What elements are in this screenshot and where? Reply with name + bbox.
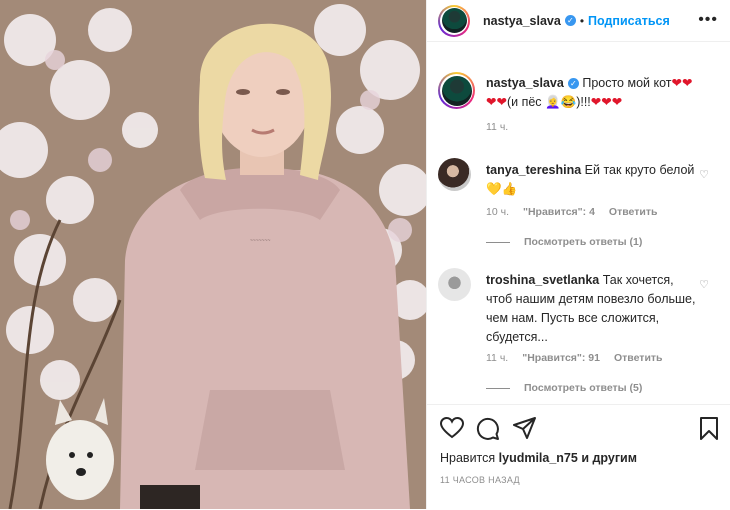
- heart-emoji: ❤: [496, 95, 507, 109]
- photo-illustration: ~~~~~~~: [0, 0, 426, 509]
- comment-username[interactable]: tanya_tereshina: [486, 163, 581, 177]
- like-comment-icon[interactable]: ♡: [699, 168, 709, 181]
- comment-text: Ей так круто белой: [584, 163, 695, 177]
- comment-body: troshina_svetlanka Так хочется, чтоб наш…: [486, 271, 696, 347]
- heart-emoji: ❤: [611, 95, 623, 109]
- likes-prefix: Нравится: [440, 451, 499, 465]
- like-comment-icon[interactable]: ♡: [699, 278, 709, 291]
- commenter-avatar[interactable]: [438, 158, 471, 191]
- heart-icon[interactable]: [440, 417, 464, 439]
- bookmark-icon[interactable]: [699, 417, 719, 441]
- caption-line1: Просто мой кот: [582, 76, 672, 90]
- likes-summary: Нравится lyudmila_n75 и другим: [440, 451, 637, 465]
- view-replies-button[interactable]: Посмотреть ответы (1): [486, 236, 642, 248]
- heart-emoji: ❤: [601, 95, 612, 109]
- reply-button[interactable]: Ответить: [614, 352, 663, 364]
- comment-time[interactable]: 10 ч.: [486, 206, 509, 218]
- post-timestamp[interactable]: 11 ЧАСОВ НАЗАД: [440, 475, 520, 485]
- reply-button[interactable]: Ответить: [609, 206, 658, 218]
- caption-avatar[interactable]: [438, 72, 475, 109]
- comment-emoji: 💛👍: [486, 182, 518, 196]
- comment-time[interactable]: 11 ч.: [486, 352, 508, 364]
- comment-likes[interactable]: "Нравится": 4: [523, 206, 595, 218]
- dog-owner-emoji: 👩‍🦳😂: [545, 95, 577, 109]
- comment-meta: 11 ч. "Нравится": 91 Ответить: [486, 352, 677, 364]
- heart-emoji: ❤: [681, 76, 693, 90]
- separator-dot: •: [579, 13, 585, 28]
- share-icon[interactable]: [513, 417, 537, 439]
- likes-suffix[interactable]: и другим: [578, 451, 637, 465]
- post-header: nastya_slava ✓ • Подписаться •••: [427, 0, 730, 42]
- svg-text:~~~~~~~: ~~~~~~~: [250, 238, 271, 244]
- comment-likes[interactable]: "Нравится": 91: [522, 352, 600, 364]
- heart-emoji: ❤: [671, 76, 682, 90]
- heart-emoji: ❤: [486, 95, 497, 109]
- caption-username[interactable]: nastya_slava: [486, 76, 564, 90]
- instagram-post: ~~~~~~~ nastya_slava ✓ • Подписаться •••: [0, 0, 730, 509]
- commenter-avatar[interactable]: [438, 268, 471, 301]
- caption-line2-a: (и пёс: [506, 95, 542, 109]
- caption-line2-b: )!!!: [576, 95, 591, 109]
- view-replies-button[interactable]: Посмотреть ответы (5): [486, 382, 642, 394]
- follow-button[interactable]: Подписаться: [588, 14, 670, 28]
- liked-by-user[interactable]: lyudmila_n75: [499, 451, 578, 465]
- author-avatar[interactable]: [438, 4, 470, 37]
- comment-icon[interactable]: [476, 417, 500, 441]
- heart-emoji: ❤: [590, 95, 602, 109]
- caption-time[interactable]: 11 ч.: [486, 121, 508, 133]
- verified-icon: ✓: [567, 78, 579, 90]
- more-icon[interactable]: •••: [698, 11, 718, 29]
- caption-text: nastya_slava ✓ Просто мой кот❤❤ ❤❤(и пёс …: [486, 74, 716, 112]
- post-side-panel: nastya_slava ✓ • Подписаться ••• nastya_…: [426, 0, 730, 509]
- author-username[interactable]: nastya_slava: [483, 14, 561, 28]
- comment-body: tanya_tereshina Ей так круто белой 💛👍: [486, 161, 696, 199]
- comment-username[interactable]: troshina_svetlanka: [486, 273, 599, 287]
- post-actions: Нравится lyudmila_n75 и другим 11 ЧАСОВ …: [427, 404, 730, 510]
- comment-meta: 10 ч. "Нравится": 4 Ответить: [486, 206, 671, 218]
- verified-icon: ✓: [564, 15, 576, 26]
- post-photo[interactable]: ~~~~~~~: [0, 0, 426, 509]
